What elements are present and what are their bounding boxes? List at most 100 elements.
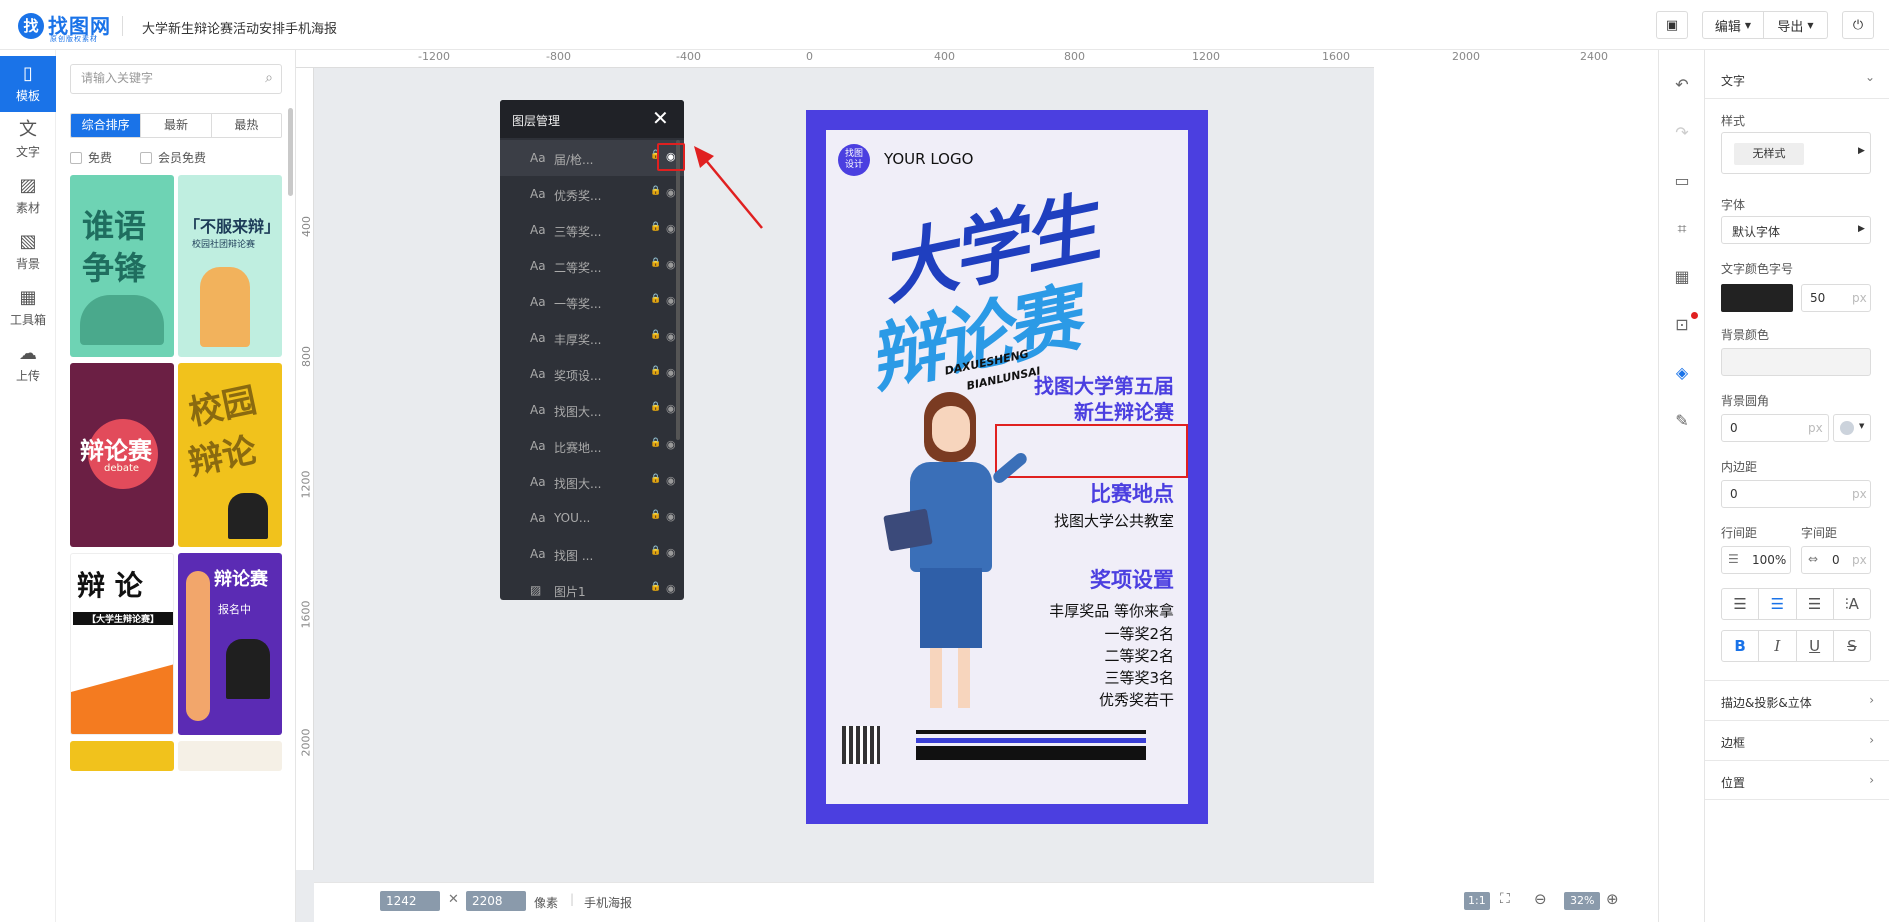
poster-logo-badge[interactable]: 找图 设计 [838,144,870,176]
eye-icon[interactable]: ◉ [666,582,676,595]
close-icon[interactable]: ✕ [652,106,669,130]
lock-icon[interactable]: 🔒 [650,366,661,376]
layer-row[interactable]: Aa 奖项设... 🔒 ◉ [500,356,684,392]
lock-icon[interactable]: 🔒 [650,546,661,556]
layer-row[interactable]: Aa 一等奖... 🔒 ◉ [500,284,684,320]
lock-icon[interactable]: 🔒 [650,222,661,232]
poster-subtitle-1[interactable]: 找图大学第五届 [1034,370,1174,399]
filter-free[interactable]: 免费 [70,149,112,166]
style-select[interactable]: 无样式 ▶ [1721,132,1871,174]
poster-venue[interactable]: 找图大学公共教室 [1054,510,1174,531]
lock-icon[interactable]: 🔒 [650,186,661,196]
padding-input[interactable]: 0 px [1721,480,1871,508]
nav-upload[interactable]: ☁ 上传 [0,336,56,392]
template-thumb[interactable] [70,741,174,771]
font-select[interactable]: 默认字体 ▶ [1721,216,1871,244]
filter-member-free[interactable]: 会员免费 [140,149,206,166]
canvas-width-input[interactable]: 1242 [380,891,440,911]
poster-qr-code[interactable] [842,726,880,764]
poster-venue-title[interactable]: 比赛地点 [1090,478,1174,508]
redo-icon[interactable]: ↷ [1659,118,1705,148]
poster-award-line[interactable]: 丰厚奖品 等你来拿 [1049,600,1174,621]
align-right-icon[interactable]: ☰ [1797,589,1834,619]
layers-icon[interactable]: ◈ [1659,358,1705,388]
template-thumb[interactable] [178,741,282,771]
export-menu-button[interactable]: 导出 ▼ [1764,11,1828,39]
template-thumb[interactable]: 「不服来辩」 校园社团辩论赛 [178,175,282,357]
eye-icon[interactable]: ◉ [666,294,676,307]
underline-icon[interactable]: U [1797,631,1834,661]
chevron-down-icon[interactable]: ⌄ [1865,70,1875,84]
resize-icon[interactable]: ⊡ [1659,310,1705,340]
lock-icon[interactable]: 🔒 [650,258,661,268]
radius-color-picker[interactable]: ▼ [1833,414,1871,442]
layer-row[interactable]: Aa 二等奖... 🔒 ◉ [500,248,684,284]
lock-icon[interactable]: 🔒 [650,402,661,412]
eye-icon[interactable]: ◉ [666,402,676,415]
eye-icon[interactable]: ◉ [666,510,676,523]
lock-icon[interactable]: 🔒 [650,438,661,448]
layer-row[interactable]: Aa 比赛地... 🔒 ◉ [500,428,684,464]
lock-icon[interactable]: 🔒 [650,510,661,520]
edit-menu-button[interactable]: 编辑 ▼ [1702,11,1764,39]
eye-icon[interactable]: ◉ [666,438,676,451]
present-icon[interactable]: ▭ [1659,166,1705,196]
zoom-out-icon[interactable]: ⊖ [1534,890,1547,908]
canvas-height-input[interactable]: 2208 [466,891,526,911]
poster-background[interactable]: 找图 设计 YOUR LOGO 大学生 辩论赛 DAXUESHENG BIANL… [826,130,1188,804]
line-height-input[interactable]: ☰ 100% [1721,546,1791,574]
poster-award-line[interactable]: 一等奖2名 [1104,623,1174,644]
layer-row[interactable]: Aa 找图大... 🔒 ◉ [500,464,684,500]
layer-row[interactable]: Aa 找图 ... 🔒 ◉ [500,536,684,572]
search-input[interactable] [81,71,251,85]
eye-icon[interactable]: ◉ [666,474,676,487]
bg-color-input[interactable] [1721,348,1871,376]
layer-list-scrollbar[interactable] [676,140,680,440]
actual-size-button[interactable]: 1:1 [1464,892,1490,910]
power-button[interactable]: ⏻ [1842,11,1874,39]
section-text-title[interactable]: 文字 [1721,72,1745,89]
logo-icon[interactable]: 找 [18,13,44,39]
letter-spacing-input[interactable]: ⇔ 0 px [1801,546,1871,574]
checkbox[interactable] [140,151,152,164]
grid-icon[interactable]: ▦ [1659,262,1705,292]
poster-logo-text[interactable]: YOUR LOGO [884,150,973,168]
nav-background[interactable]: ▧ 背景 [0,224,56,280]
bg-radius-input[interactable]: 0 px [1721,414,1829,442]
align-left-icon[interactable]: ☰ [1722,589,1760,619]
lock-icon[interactable]: 🔒 [650,294,661,304]
search-box[interactable]: ⌕ [70,64,282,94]
eye-icon[interactable]: ◉ [666,222,676,235]
layer-row[interactable]: ▨ 图片1 🔒 ◉ [500,572,684,600]
document-title[interactable]: 大学新生辩论赛活动安排手机海报 [142,18,337,37]
italic-icon[interactable]: I [1759,631,1797,661]
bold-icon[interactable]: B [1722,631,1760,661]
panel-scrollbar[interactable] [288,108,293,196]
eye-icon[interactable]: ◉ [666,366,676,379]
checkbox[interactable] [70,151,82,164]
poster-awards-title[interactable]: 奖项设置 [1090,564,1174,594]
template-thumb[interactable]: 辩论赛 debate [70,363,174,547]
poster-award-line[interactable]: 三等奖3名 [1104,667,1174,688]
template-thumb[interactable]: 谁语 争锋 [70,175,174,357]
text-color-swatch[interactable] [1721,284,1793,312]
poster-canvas[interactable]: 找图 设计 YOUR LOGO 大学生 辩论赛 DAXUESHENG BIANL… [806,110,1208,824]
tab-newest[interactable]: 最新 [141,114,212,137]
strikethrough-icon[interactable]: S [1834,631,1870,661]
layer-row[interactable]: Aa 丰厚奖... 🔒 ◉ [500,320,684,356]
brush-icon[interactable]: ✎ [1659,406,1705,436]
vertical-text-icon[interactable]: ⫶A [1834,589,1870,619]
template-thumb[interactable]: 校园 辩论 [178,363,282,547]
nav-text[interactable]: 文 文字 [0,112,56,168]
lock-icon[interactable]: 🔒 [650,330,661,340]
tab-hottest[interactable]: 最热 [211,114,281,137]
eye-icon[interactable]: ◉ [666,330,676,343]
section-stroke-shadow[interactable]: 描边&投影&立体 › [1705,680,1889,720]
undo-icon[interactable]: ↶ [1659,70,1705,100]
zoom-level[interactable]: 32% [1564,892,1601,910]
nav-template[interactable]: ▯ 模板 [0,56,56,112]
font-size-input[interactable]: 50 px [1801,284,1871,312]
tab-comprehensive[interactable]: 综合排序 [71,114,142,137]
eye-icon[interactable]: ◉ [666,258,676,271]
fit-screen-icon[interactable]: ⛶ [1500,891,1510,907]
